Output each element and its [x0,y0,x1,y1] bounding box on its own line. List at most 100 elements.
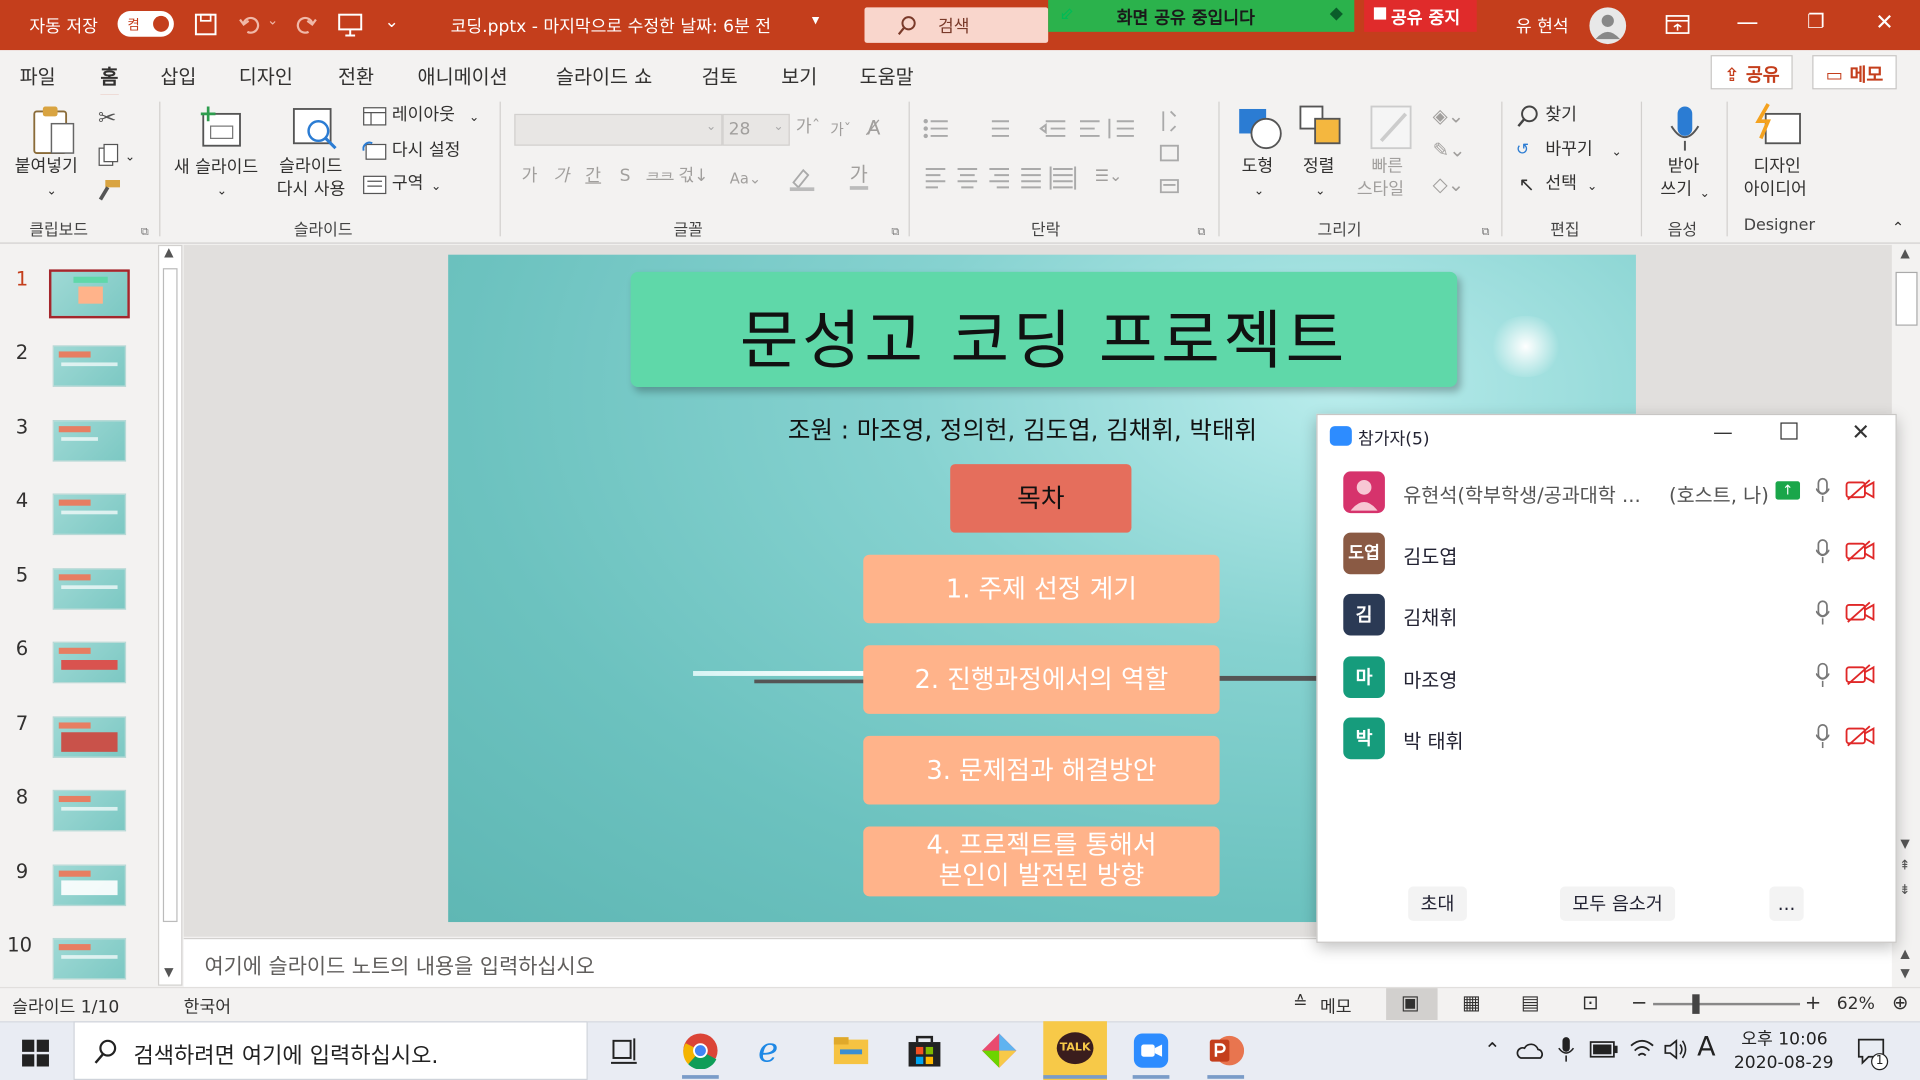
microphone-icon[interactable] [1815,539,1830,564]
toc-item-1[interactable]: 1. 주제 선정 계기 [863,554,1220,624]
taskbar-search-box[interactable]: 검색하려면 여기에 입력하십시오. [73,1021,588,1080]
select-label[interactable]: 선택 [1545,173,1577,196]
undo-dropdown-icon[interactable]: ⌄ [267,12,278,28]
tab-slideshow[interactable]: 슬라이드 쇼 [556,60,652,89]
arrange-dropdown-icon[interactable]: ⌄ [1315,180,1325,203]
reuse-slides-icon[interactable] [291,104,340,151]
reset-icon[interactable] [362,141,387,161]
zoom-in-icon[interactable]: + [1805,991,1821,1014]
paste-dropdown-icon[interactable]: ⌄ [47,180,57,203]
notes-toggle-button[interactable]: ≙ 메모 [1291,991,1360,1017]
microsoft-store-icon[interactable] [906,1032,943,1069]
paste-label[interactable]: 붙여넣기 [15,156,78,179]
ime-indicator[interactable]: A [1697,1032,1715,1063]
slide-thumbnail-1[interactable] [48,269,130,319]
redo-icon[interactable] [294,12,318,36]
zoom-app-icon[interactable] [1133,1032,1170,1069]
clear-format-icon[interactable]: A̸ [867,116,880,139]
notes-scroll-up-icon[interactable]: ▲ [1900,948,1909,961]
italic-icon[interactable]: 가 [553,165,569,188]
font-launcher-icon[interactable]: ⧉ [891,222,899,245]
ribbon-display-icon[interactable] [1665,15,1690,36]
cut-icon[interactable]: ✂ [98,107,116,130]
user-avatar[interactable] [1589,7,1627,45]
restore-icon[interactable]: ❐ [1798,10,1835,33]
reuse-slides-label-2[interactable]: 다시 사용 [277,179,346,202]
new-slide-dropdown-icon[interactable]: ⌄ [217,180,227,203]
toc-item-4[interactable]: 4. 프로젝트를 통해서 본인이 발전된 방향 [863,826,1220,897]
shapes-label[interactable]: 도형 [1242,156,1274,179]
shape-outline-icon[interactable]: ✎⌄ [1433,138,1466,161]
find-icon[interactable] [1516,104,1540,128]
video-off-icon[interactable] [1845,664,1875,686]
tab-home[interactable]: 홈 [100,60,119,98]
scroll-thumb[interactable] [162,268,178,923]
more-options-button[interactable]: ... [1769,886,1804,921]
spacing-icon[interactable]: 걳↓ [678,165,708,188]
clipboard-launcher-icon[interactable]: ⧉ [141,222,149,245]
font-name-select[interactable]: ⌄ [514,113,723,146]
scroll-thumb[interactable] [1895,271,1918,326]
close-panel-icon[interactable]: ✕ [1851,420,1869,446]
start-slideshow-icon[interactable] [337,12,364,37]
participant-row[interactable]: 마 마조영 [1318,647,1898,708]
section-icon[interactable] [362,175,387,195]
arrange-icon[interactable] [1298,104,1347,153]
tab-view[interactable]: 보기 [781,60,817,89]
minimize-panel-icon[interactable]: — [1713,420,1733,443]
alignment-icons[interactable] [923,165,1094,190]
scroll-up-icon[interactable]: ▲ [1900,247,1909,260]
toc-item-2[interactable]: 2. 진행과정에서의 역할 [863,645,1220,714]
participant-row[interactable]: 김 김채휘 [1318,584,1898,645]
slide-thumbnail-8[interactable] [52,789,127,832]
show-hidden-icons[interactable]: ⌃ [1484,1038,1500,1061]
layout-icon[interactable] [362,107,387,127]
scroll-down-icon[interactable]: ▼ [1900,838,1909,851]
tab-file[interactable]: 파일 [20,60,56,89]
fit-to-window-icon[interactable]: ⊕ [1892,991,1908,1014]
underline-icon[interactable]: 간 [585,165,601,188]
customize-toolbar-icon[interactable]: ⌄ [384,12,398,32]
copy-dropdown-icon[interactable]: ⌄ [125,146,135,169]
zoom-slider[interactable] [1653,1002,1801,1006]
windows-start-icon[interactable] [22,1039,49,1067]
file-explorer-icon[interactable] [833,1035,870,1067]
slide-thumbnail-4[interactable] [52,493,127,536]
internet-explorer-icon[interactable]: ℯ [758,1032,795,1069]
copy-icon[interactable] [98,143,120,167]
layout-dropdown-icon[interactable]: ⌄ [469,107,479,130]
microphone-tray-icon[interactable] [1558,1036,1575,1063]
tab-animations[interactable]: 애니메이션 [418,60,508,89]
shapes-dropdown-icon[interactable]: ⌄ [1254,180,1264,203]
stop-share-button[interactable]: 공유 중지 [1364,0,1477,32]
paste-icon[interactable] [29,104,78,158]
highlight-icon[interactable] [789,165,816,192]
comments-button[interactable]: ▭ 메모 [1812,55,1897,90]
design-ideas-icon[interactable] [1753,102,1802,151]
reuse-slides-label-1[interactable]: 슬라이드 [279,156,342,179]
clock[interactable]: 오후 10:06 2020-08-29 [1729,1026,1837,1077]
design-ideas-label-1[interactable]: 디자인 [1753,156,1800,179]
volume-icon[interactable] [1663,1038,1690,1060]
layout-label[interactable]: 레이아웃 [392,104,455,127]
notes-pane[interactable]: 여기에 슬라이드 노트의 내용을 입력하십시오 [183,937,1892,987]
tab-help[interactable]: 도움말 [860,60,914,89]
change-case-icon[interactable]: Aa⌄ [730,168,761,191]
undo-icon[interactable] [238,12,262,36]
onedrive-icon[interactable] [1516,1038,1545,1062]
scroll-down-icon[interactable]: ▼ [164,966,173,979]
next-slide-icon[interactable]: ⇟ [1899,882,1910,898]
slide-title[interactable]: 문성고 코딩 프로젝트 [631,289,1458,381]
shape-effects-icon[interactable]: ◇⌄ [1433,173,1464,196]
slide-members[interactable]: 조원 : 마조영, 정의헌, 김도엽, 김채휘, 박태휘 [686,410,1359,446]
scroll-up-icon[interactable]: ▲ [164,246,173,259]
zoom-slider-thumb[interactable] [1692,994,1700,1014]
microphone-icon[interactable] [1815,477,1830,503]
slide-thumbnail-3[interactable] [52,420,127,462]
search-box[interactable]: 검색 [864,7,1049,43]
shadow-icon[interactable]: S [620,165,631,188]
section-label[interactable]: 구역 [392,173,424,196]
replace-dropdown-icon[interactable]: ⌄ [1611,141,1621,164]
new-slide-icon[interactable] [198,104,245,151]
decrease-font-icon[interactable]: 가ˇ [830,119,851,142]
